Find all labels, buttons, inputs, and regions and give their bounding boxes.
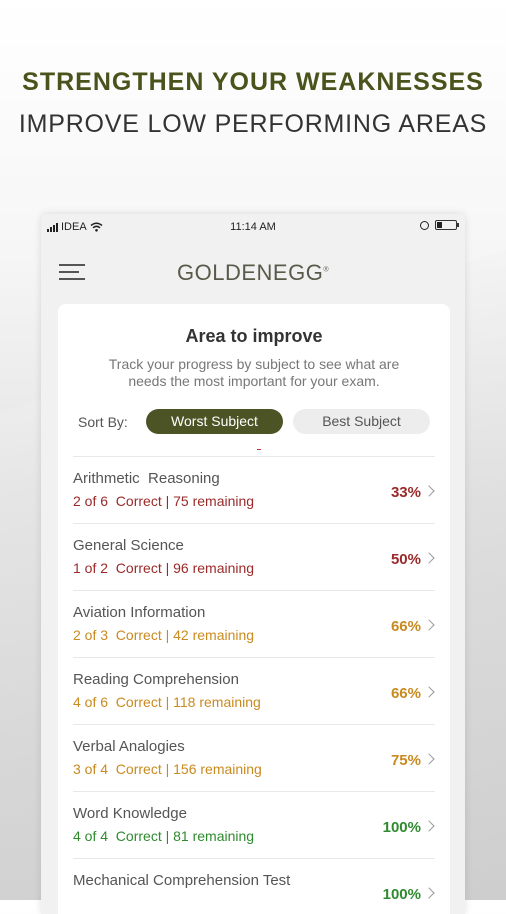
promo-subheadline: IMPROVE LOW PERFORMING AREAS [18, 110, 488, 138]
subject-name: Aviation Information [73, 604, 206, 621]
sort-indicator [257, 449, 261, 450]
status-right [420, 220, 459, 230]
chevron-right-icon [423, 485, 435, 497]
subject-percent: 50% [390, 551, 421, 568]
status-time: 11:14 AM [230, 221, 276, 233]
subject-name: Reading Comprehension [73, 671, 239, 688]
sort-label: Sort By: [78, 414, 128, 430]
subject-name: Verbal Analogies [73, 738, 185, 755]
chevron-right-icon [423, 619, 435, 631]
chevron-right-icon [423, 887, 435, 899]
chevron-right-icon [423, 686, 435, 698]
subject-detail: 4 of 6 Correct | 118 remaining [73, 694, 261, 710]
subject-name: Word Knowledge [73, 805, 187, 822]
subject-row[interactable]: Reading Comprehension 4 of 6 Correct | 1… [73, 657, 435, 724]
subject-list: Arithmetic Reasoning 2 of 6 Correct | 75… [58, 456, 450, 914]
subject-percent: 75% [390, 752, 421, 769]
area-to-improve-card: Area to improve Track your progress by s… [58, 304, 450, 914]
chevron-right-icon [423, 552, 435, 564]
subject-percent: 100% [382, 886, 421, 903]
subject-row[interactable]: Arithmetic Reasoning 2 of 6 Correct | 75… [73, 456, 435, 523]
subject-detail: 2 of 6 Correct | 75 remaining [73, 493, 255, 509]
subject-row[interactable]: Word Knowledge 4 of 4 Correct | 81 remai… [73, 791, 435, 858]
subject-name: General Science [73, 537, 184, 554]
phone-screen: IDEA 11:14 AM GOLDENEGG® Area to improve… [41, 214, 465, 914]
subject-name: Arithmetic Reasoning [73, 470, 220, 487]
sort-worst-subject-button[interactable]: Worst Subject [146, 409, 283, 434]
subject-row[interactable]: Mechanical Comprehension Test 100% [73, 858, 435, 914]
sort-controls: Sort By: Worst Subject Best Subject [78, 409, 438, 435]
promo-headline: STRENGTHEN YOUR WEAKNESSES [22, 68, 484, 96]
subject-detail: 2 of 3 Correct | 42 remaining [73, 627, 255, 643]
subject-percent: 66% [390, 618, 421, 635]
subject-percent: 66% [390, 685, 421, 702]
logo-text: GOLDENEGG [177, 260, 324, 285]
card-description: Track your progress by subject to see wh… [108, 356, 400, 389]
logo-registered-mark: ® [323, 266, 329, 274]
subject-percent: 100% [382, 819, 421, 836]
subject-row[interactable]: Aviation Information 2 of 3 Correct | 42… [73, 590, 435, 657]
subject-row[interactable]: General Science 1 of 2 Correct | 96 rema… [73, 523, 435, 590]
subject-detail: 1 of 2 Correct | 96 remaining [73, 560, 255, 576]
card-title: Area to improve [185, 326, 323, 346]
battery-icon [435, 220, 459, 230]
subject-name: Mechanical Comprehension Test [73, 872, 291, 889]
rotation-lock-icon [420, 220, 429, 230]
app-header: GOLDENEGG® [41, 240, 465, 304]
status-bar: IDEA 11:14 AM [41, 214, 465, 240]
chevron-right-icon [423, 820, 435, 832]
chevron-right-icon [423, 753, 435, 765]
subject-row[interactable]: Verbal Analogies 3 of 4 Correct | 156 re… [73, 724, 435, 791]
subject-percent: 33% [390, 484, 421, 501]
subject-detail: 3 of 4 Correct | 156 remaining [73, 761, 262, 777]
subject-detail: 4 of 4 Correct | 81 remaining [73, 828, 255, 844]
sort-best-subject-button[interactable]: Best Subject [293, 409, 430, 434]
app-logo: GOLDENEGG® [41, 260, 465, 286]
